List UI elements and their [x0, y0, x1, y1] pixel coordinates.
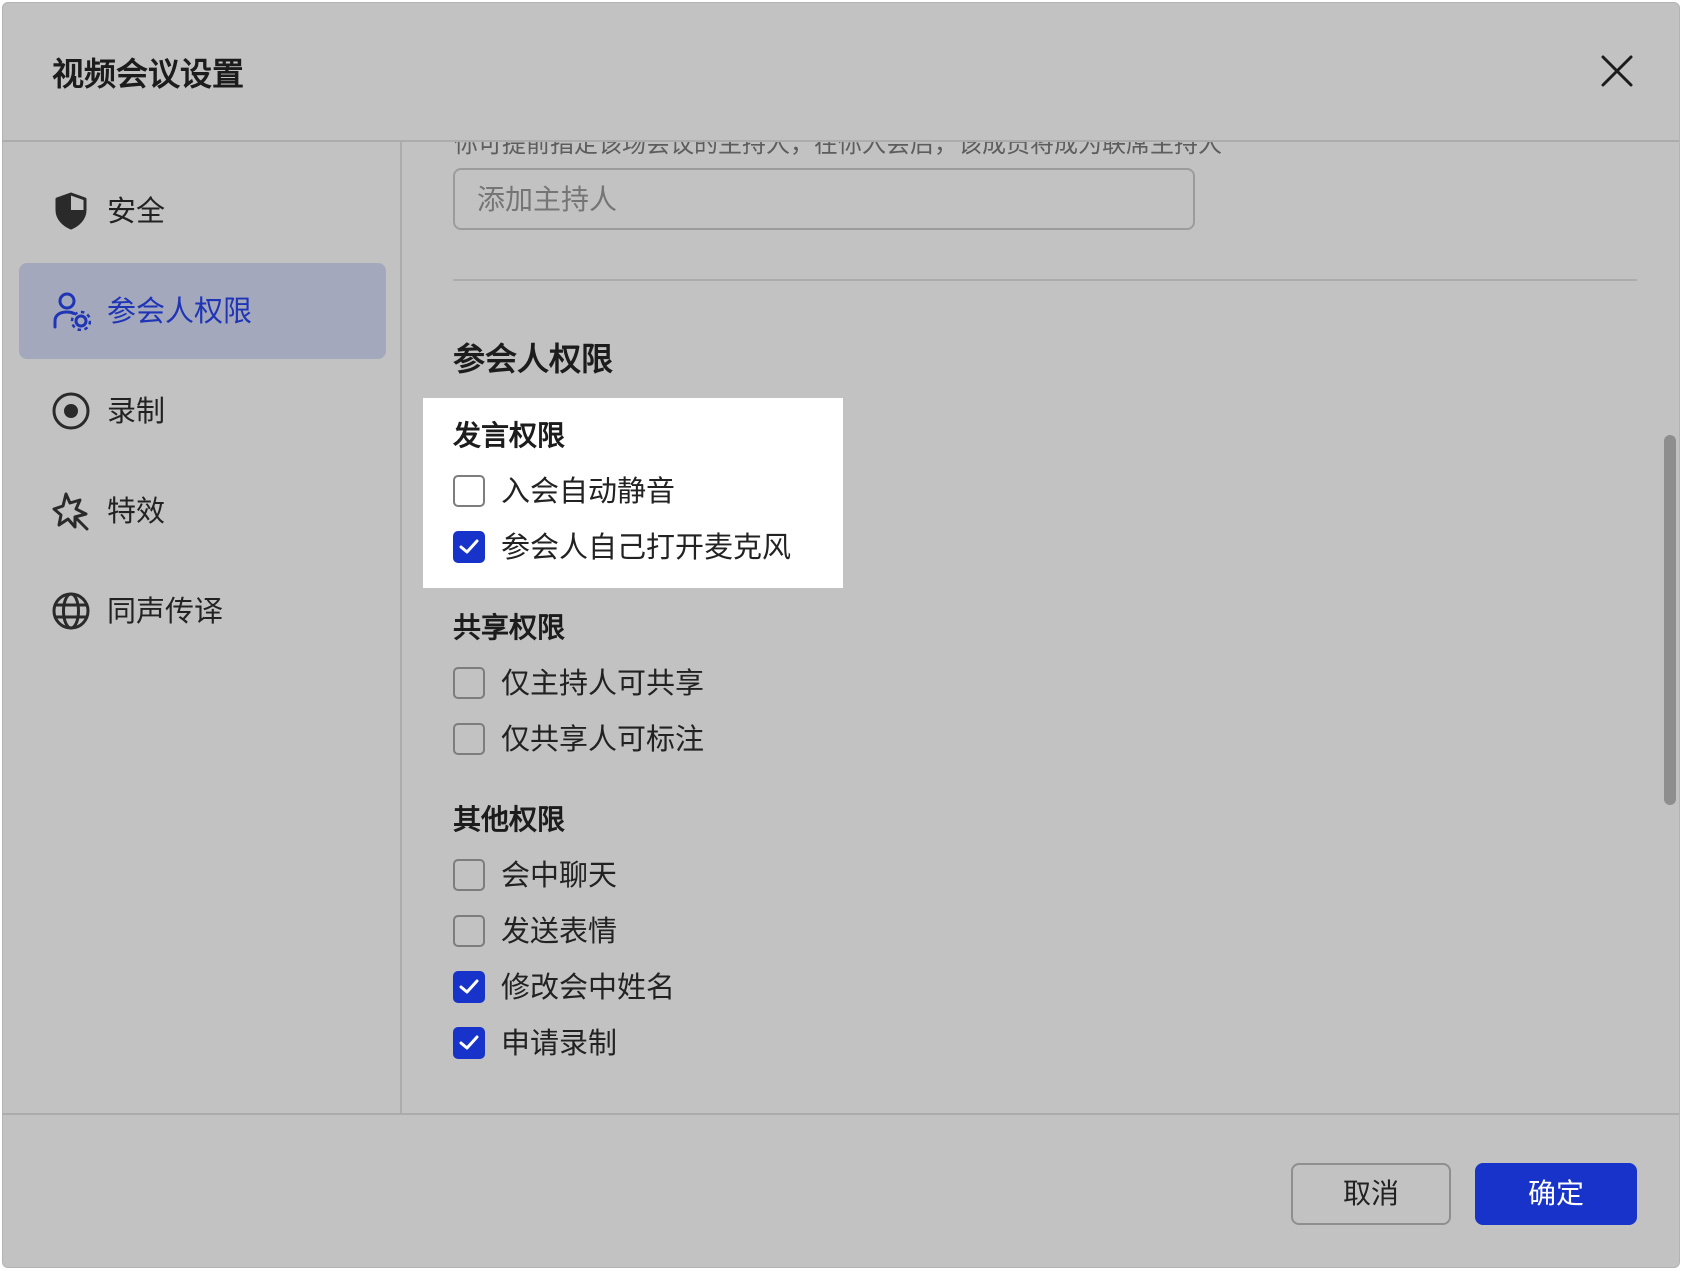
- option-label: 参会人自己打开麦克风: [501, 530, 792, 564]
- shield-icon: [51, 191, 91, 231]
- sidebar-item-effects[interactable]: 特效: [19, 463, 386, 559]
- dialog-header: 视频会议设置: [3, 3, 1679, 142]
- sidebar-item-label: 录制: [107, 394, 166, 428]
- sidebar-item-recording[interactable]: 录制: [19, 363, 386, 459]
- close-icon[interactable]: [1597, 51, 1637, 91]
- option-label: 仅主持人可共享: [501, 666, 705, 700]
- sidebar-item-label: 特效: [107, 494, 166, 528]
- speak-permissions-title: 发言权限: [453, 419, 566, 452]
- checkbox[interactable]: [453, 723, 485, 755]
- add-host-input[interactable]: [453, 168, 1195, 230]
- sidebar-item-label: 同声传译: [107, 594, 224, 628]
- content-scrollbar[interactable]: [1664, 435, 1676, 805]
- checkbox[interactable]: [453, 667, 485, 699]
- option-label: 入会自动静音: [501, 474, 676, 508]
- option-label: 发送表情: [501, 914, 618, 948]
- checkbox[interactable]: [453, 1027, 485, 1059]
- other-permissions-title: 其他权限: [453, 803, 566, 836]
- section-divider: [453, 279, 1637, 281]
- sidebar-item-interpretation[interactable]: 同声传译: [19, 563, 386, 659]
- video-meeting-settings-dialog: 视频会议设置 安全 参会人权限 录制 特效 同声传译 你可提前指定该场会议的主持…: [2, 2, 1680, 1268]
- dialog-title: 视频会议设置: [52, 55, 245, 93]
- check-icon: [459, 979, 479, 994]
- option-label: 申请录制: [501, 1026, 618, 1060]
- sidebar-item-label: 参会人权限: [107, 294, 253, 328]
- option-label: 仅共享人可标注: [501, 722, 705, 756]
- checkbox[interactable]: [453, 971, 485, 1003]
- checkbox[interactable]: [453, 859, 485, 891]
- confirm-button[interactable]: 确定: [1475, 1163, 1637, 1225]
- record-icon: [51, 391, 91, 431]
- host-hint-text: 你可提前指定该场会议的主持人，在你入会后，该成员将成为联席主持人: [454, 142, 1222, 158]
- sparkle-icon: [51, 491, 91, 531]
- sidebar-item-label: 安全: [107, 194, 166, 228]
- settings-sidebar: 安全 参会人权限 录制 特效 同声传译: [3, 142, 402, 1113]
- option-label: 会中聊天: [501, 858, 618, 892]
- checkbox[interactable]: [453, 531, 485, 563]
- globe-icon: [51, 591, 91, 631]
- dialog-footer: 取消 确定: [3, 1113, 1679, 1267]
- option-label: 修改会中姓名: [501, 970, 676, 1004]
- sidebar-item-security[interactable]: 安全: [19, 163, 386, 259]
- user-settings-icon: [51, 291, 92, 332]
- section-title: 参会人权限: [453, 340, 614, 378]
- checkbox[interactable]: [453, 915, 485, 947]
- check-icon: [459, 1035, 479, 1050]
- checkbox[interactable]: [453, 475, 485, 507]
- settings-content: 你可提前指定该场会议的主持人，在你入会后，该成员将成为联席主持人 参会人权限 发…: [402, 142, 1679, 1113]
- check-icon: [459, 539, 479, 554]
- cancel-button[interactable]: 取消: [1291, 1163, 1451, 1225]
- sidebar-item-participant-permissions[interactable]: 参会人权限: [19, 263, 386, 359]
- share-permissions-title: 共享权限: [453, 611, 566, 644]
